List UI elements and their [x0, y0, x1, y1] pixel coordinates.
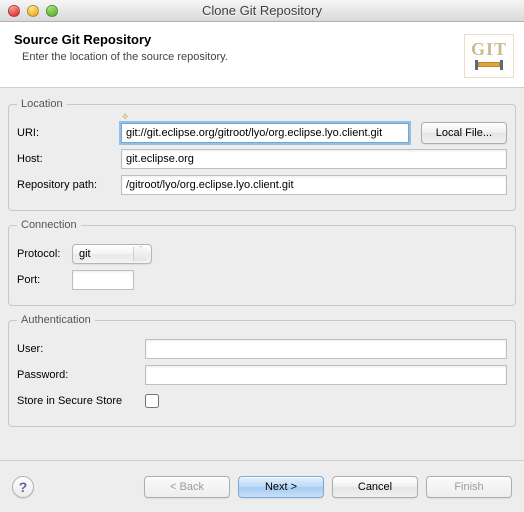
minimize-icon[interactable]	[27, 5, 39, 17]
window-controls	[0, 5, 58, 17]
store-secure-checkbox[interactable]	[145, 394, 159, 408]
cancel-button[interactable]: Cancel	[332, 476, 418, 498]
password-input[interactable]	[145, 365, 507, 385]
window-title: Clone Git Repository	[0, 3, 524, 18]
wizard-header: Source Git Repository Enter the location…	[0, 22, 524, 88]
connection-legend: Connection	[17, 219, 81, 231]
dialog-window: Clone Git Repository Source Git Reposito…	[0, 0, 524, 512]
protocol-label: Protocol:	[17, 248, 72, 260]
wizard-body: Location URI: ✧ Local File... Host: Repo…	[0, 88, 524, 460]
connection-group: Connection Protocol: git Port:	[8, 219, 516, 306]
password-label: Password:	[17, 369, 145, 381]
port-input[interactable]	[72, 270, 134, 290]
protocol-select-control[interactable]: git	[72, 244, 152, 264]
page-title: Source Git Repository	[14, 32, 510, 47]
authentication-group: Authentication User: Password: Store in …	[8, 314, 516, 427]
user-label: User:	[17, 343, 145, 355]
authentication-legend: Authentication	[17, 314, 95, 326]
finish-button: Finish	[426, 476, 512, 498]
git-logo-icon: GIT	[464, 34, 514, 78]
port-label: Port:	[17, 274, 72, 286]
titlebar: Clone Git Repository	[0, 0, 524, 22]
git-logo-text: GIT	[471, 39, 507, 60]
back-button: < Back	[144, 476, 230, 498]
repo-path-label: Repository path:	[17, 179, 121, 191]
content-assist-icon: ✧	[121, 112, 129, 123]
help-icon[interactable]: ?	[12, 476, 34, 498]
zoom-icon[interactable]	[46, 5, 58, 17]
close-icon[interactable]	[8, 5, 20, 17]
store-secure-label: Store in Secure Store	[17, 395, 145, 407]
user-input[interactable]	[145, 339, 507, 359]
repo-path-input[interactable]	[121, 175, 507, 195]
host-input[interactable]	[121, 149, 507, 169]
page-subtitle: Enter the location of the source reposit…	[22, 51, 510, 63]
protocol-select[interactable]: git	[72, 244, 152, 264]
uri-input[interactable]	[121, 123, 409, 143]
location-legend: Location	[17, 98, 67, 110]
local-file-button[interactable]: Local File...	[421, 122, 507, 144]
location-group: Location URI: ✧ Local File... Host: Repo…	[8, 98, 516, 211]
next-button[interactable]: Next >	[238, 476, 324, 498]
uri-label: URI:	[17, 127, 121, 139]
host-label: Host:	[17, 153, 121, 165]
wizard-footer: ? < Back Next > Cancel Finish	[0, 460, 524, 512]
